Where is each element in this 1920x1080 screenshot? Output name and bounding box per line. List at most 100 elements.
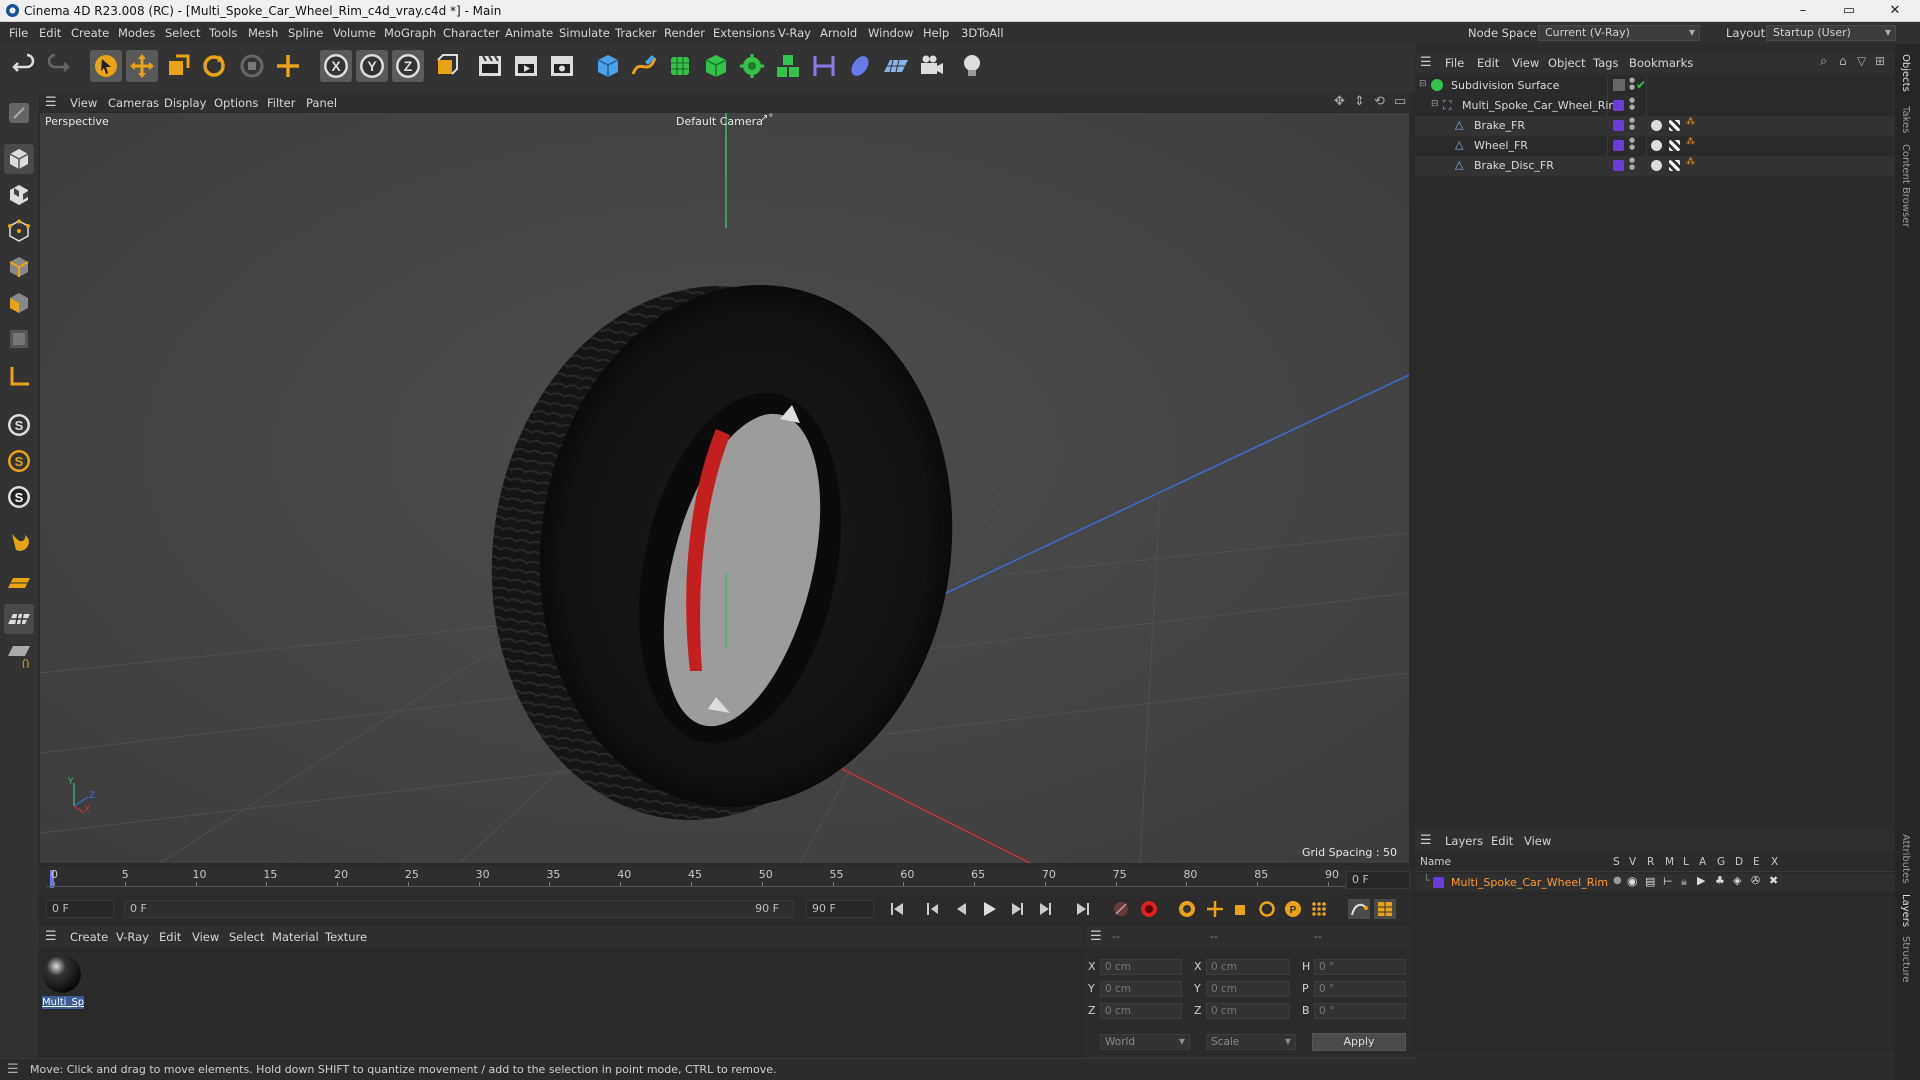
camera-button[interactable] bbox=[916, 50, 948, 82]
layer-swatch-icon[interactable] bbox=[1613, 100, 1624, 111]
floor-button[interactable] bbox=[880, 50, 912, 82]
next-key-button[interactable] bbox=[1034, 899, 1056, 919]
visibility-dots-icon[interactable]: ● ● bbox=[1629, 117, 1635, 131]
3d-viewport[interactable]: Perspective Default Camera ↗° Y Z X Grid… bbox=[40, 113, 1409, 863]
layers-menu-layers[interactable]: Layers bbox=[1445, 834, 1483, 848]
menu-character[interactable]: Character bbox=[443, 26, 500, 40]
visibility-dots-icon[interactable]: ● ● bbox=[1629, 157, 1635, 171]
layer-color-swatch[interactable] bbox=[1433, 877, 1444, 888]
size-z-field[interactable]: 0 cm bbox=[1206, 1003, 1290, 1019]
hamburger-icon[interactable]: ☰ bbox=[7, 1062, 19, 1077]
goto-end-button[interactable] bbox=[1072, 899, 1094, 919]
rotation-b-field[interactable]: 0 ° bbox=[1314, 1003, 1406, 1019]
extrude-button[interactable] bbox=[700, 50, 732, 82]
timeline-ruler[interactable]: 0 5 10 15 20 25 30 35 40 45 50 55 60 65 70 75 80 85 90 0 F bbox=[38, 866, 1412, 894]
material-tag-icon[interactable] bbox=[1651, 140, 1662, 151]
collapse-icon[interactable]: ⊟ bbox=[1431, 99, 1439, 109]
apply-button[interactable]: Apply bbox=[1312, 1033, 1406, 1051]
key-scale-button[interactable] bbox=[1230, 899, 1252, 919]
object-row-brake-disc-fr[interactable]: △ Brake_Disc_FR ● ● ⁂ bbox=[1415, 156, 1895, 176]
field-button[interactable] bbox=[844, 50, 876, 82]
model-mode-button[interactable] bbox=[4, 144, 34, 174]
layer-col-render[interactable]: R bbox=[1647, 856, 1654, 868]
generator-icon[interactable]: ♣ bbox=[1715, 874, 1725, 887]
layer-col-solo[interactable]: S bbox=[1613, 856, 1620, 868]
object-row-brake-fr[interactable]: △ Brake_FR ● ● ⁂ bbox=[1415, 116, 1895, 136]
layer-col-manager[interactable]: M bbox=[1665, 856, 1674, 868]
maximize-button[interactable]: ▭ bbox=[1826, 0, 1872, 22]
object-menu-file[interactable]: File bbox=[1445, 56, 1464, 70]
floor-mode-button[interactable] bbox=[4, 568, 34, 598]
layers-menu-view[interactable]: View bbox=[1524, 834, 1551, 848]
rotate-tool-button[interactable] bbox=[198, 50, 230, 82]
start-frame-field[interactable]: 0 F bbox=[46, 900, 114, 918]
magnet-button[interactable] bbox=[4, 526, 34, 556]
maximize-view-icon[interactable]: ▭ bbox=[1394, 94, 1406, 109]
menu-arnold[interactable]: Arnold bbox=[820, 26, 857, 40]
coordinate-system-button[interactable] bbox=[430, 50, 462, 82]
viewport-camera-label[interactable]: Default Camera bbox=[676, 115, 763, 128]
make-editable-button[interactable] bbox=[4, 98, 34, 128]
render-settings-button[interactable] bbox=[546, 50, 578, 82]
material-menu-select[interactable]: Select bbox=[229, 930, 264, 944]
home-icon[interactable]: ⌂ bbox=[1839, 54, 1847, 68]
viewport-menu-view[interactable]: View bbox=[70, 96, 97, 110]
undo-button[interactable] bbox=[8, 50, 40, 82]
play-button[interactable] bbox=[978, 899, 1000, 919]
object-menu-edit[interactable]: Edit bbox=[1477, 56, 1499, 70]
material-menu-material[interactable]: Material bbox=[272, 930, 319, 944]
menu-mograph[interactable]: MoGraph bbox=[384, 26, 436, 40]
menu-select[interactable]: Select bbox=[165, 26, 200, 40]
uv-tag-icon[interactable] bbox=[1669, 160, 1680, 171]
preview-range-slider[interactable]: 0 F 90 F bbox=[124, 900, 794, 918]
size-y-field[interactable]: 0 cm bbox=[1206, 981, 1290, 997]
material-menu-edit[interactable]: Edit bbox=[159, 930, 181, 944]
eye-icon[interactable]: ◉ bbox=[1627, 874, 1637, 888]
render-clapper-icon[interactable]: ▤ bbox=[1645, 875, 1655, 888]
viewport-menu-panel[interactable]: Panel bbox=[306, 96, 337, 110]
layer-col-deformers[interactable]: D bbox=[1735, 856, 1743, 868]
tab-structure[interactable]: Structure bbox=[1900, 936, 1911, 983]
menu-tools[interactable]: Tools bbox=[209, 26, 237, 40]
end-frame-field[interactable]: 90 F bbox=[806, 900, 874, 918]
viewport-menu-options[interactable]: Options bbox=[214, 96, 258, 110]
hamburger-icon[interactable]: ☰ bbox=[45, 95, 57, 110]
rotate-view-icon[interactable]: ⟲ bbox=[1374, 94, 1385, 109]
key-pla-button[interactable] bbox=[1308, 899, 1330, 919]
tab-objects[interactable]: Objects bbox=[1900, 54, 1911, 92]
layer-col-generators[interactable]: G bbox=[1717, 856, 1725, 868]
collapse-icon[interactable]: ⊟ bbox=[1419, 79, 1427, 89]
points-mode-button[interactable] bbox=[4, 216, 34, 246]
x-axis-lock-button[interactable]: X bbox=[320, 50, 352, 82]
menu-render[interactable]: Render bbox=[664, 26, 705, 40]
menu-mesh[interactable]: Mesh bbox=[248, 26, 278, 40]
tab-attributes[interactable]: Attributes bbox=[1900, 834, 1911, 883]
viewport-menu-cameras[interactable]: Cameras bbox=[108, 96, 159, 110]
polygons-mode-button[interactable] bbox=[4, 288, 34, 318]
material-menu-create[interactable]: Create bbox=[70, 930, 108, 944]
expression-icon[interactable]: ✇ bbox=[1751, 874, 1760, 887]
texture-mode-button[interactable] bbox=[4, 180, 34, 210]
prev-frame-button[interactable] bbox=[950, 899, 972, 919]
hamburger-icon[interactable]: ☰ bbox=[1420, 55, 1432, 70]
layout-dropdown[interactable]: Startup (User) ▼ bbox=[1766, 25, 1896, 41]
menu-window[interactable]: Window bbox=[868, 26, 913, 40]
enabled-check-icon[interactable]: ✔ bbox=[1636, 78, 1646, 92]
y-axis-lock-button[interactable]: Y bbox=[356, 50, 388, 82]
move-tool-button[interactable] bbox=[126, 50, 158, 82]
object-menu-view[interactable]: View bbox=[1512, 56, 1539, 70]
object-row-wheel-rim[interactable]: ⊟ ⛶ Multi_Spoke_Car_Wheel_Rim ● ● bbox=[1415, 96, 1895, 116]
key-rotation-button[interactable] bbox=[1256, 899, 1278, 919]
close-button[interactable]: ✕ bbox=[1872, 0, 1918, 22]
menu-create[interactable]: Create bbox=[71, 26, 109, 40]
menu-volume[interactable]: Volume bbox=[333, 26, 376, 40]
menu-3dtoall[interactable]: 3DToAll bbox=[961, 26, 1004, 40]
goto-start-button[interactable] bbox=[886, 899, 908, 919]
position-y-field[interactable]: 0 cm bbox=[1100, 981, 1182, 997]
tab-content-browser[interactable]: Content Browser bbox=[1900, 144, 1911, 227]
menu-animate[interactable]: Animate bbox=[505, 26, 553, 40]
layer-col-expressions[interactable]: E bbox=[1753, 856, 1760, 868]
edges-mode-button[interactable] bbox=[4, 252, 34, 282]
key-position-button[interactable] bbox=[1204, 899, 1226, 919]
next-frame-button[interactable] bbox=[1006, 899, 1028, 919]
